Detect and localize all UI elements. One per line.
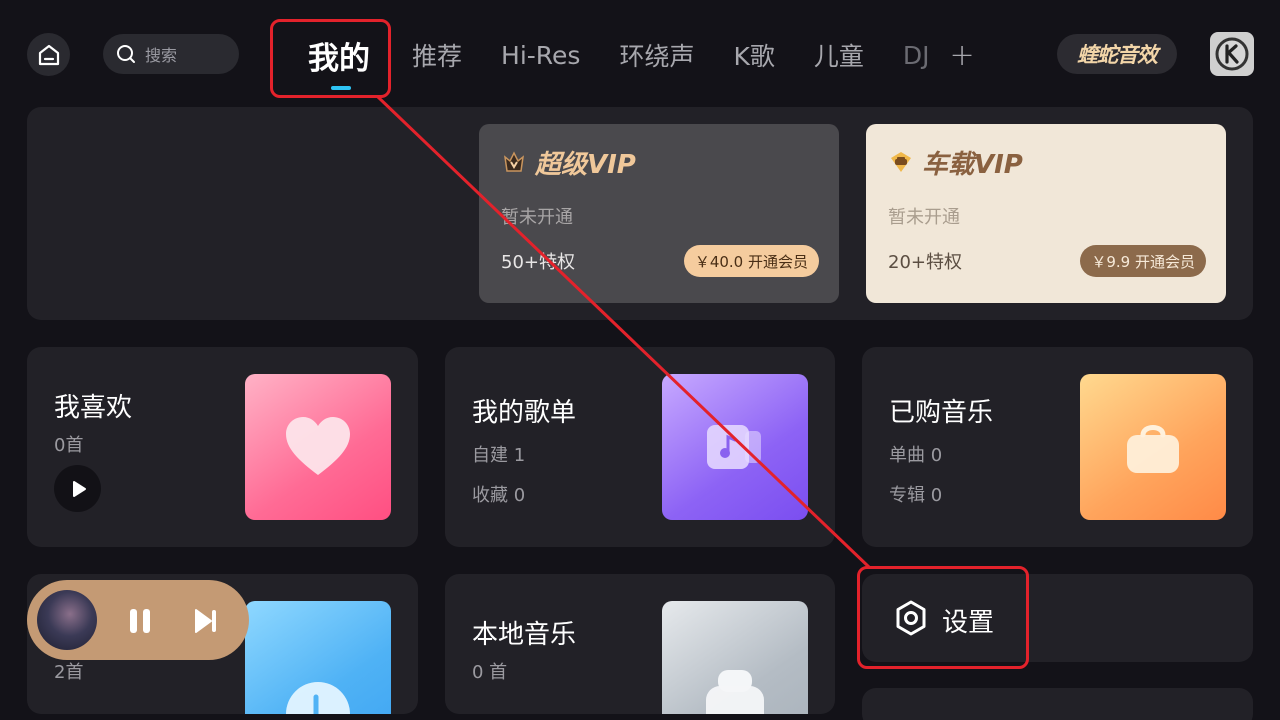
crown-icon — [503, 151, 525, 172]
category-tabs: 我的 推荐 Hi-Res 环绕声 K歌 儿童 DJ + — [300, 30, 975, 90]
home-icon — [38, 44, 59, 65]
super-vip-privileges: 50+特权 — [501, 252, 575, 273]
purchased-singles: 单曲 0 — [889, 445, 943, 466]
recent-count: 2首 — [54, 662, 84, 683]
mini-player[interactable] — [27, 580, 249, 660]
car-vip-open-button[interactable]: ￥9.9 开通会员 — [1080, 245, 1206, 277]
favorites-card[interactable]: 我喜欢 0首 — [27, 347, 418, 547]
tab-recommend[interactable]: 推荐 — [412, 37, 462, 73]
local-music-title: 本地音乐 — [472, 620, 577, 650]
purchased-title: 已购音乐 — [889, 398, 994, 428]
playlists-title: 我的歌单 — [472, 398, 577, 428]
recent-cover — [245, 601, 391, 714]
purchased-albums: 专辑 0 — [889, 485, 943, 506]
tab-surround[interactable]: 环绕声 — [619, 37, 694, 73]
car-vip-status: 暂未开通 — [888, 207, 960, 228]
album-art[interactable] — [37, 590, 97, 650]
favorites-cover — [245, 374, 391, 520]
tab-dj[interactable]: DJ — [903, 41, 930, 70]
super-vip-title: 超级VIP — [501, 146, 817, 180]
tab-kids[interactable]: 儿童 — [814, 37, 864, 73]
next-track-icon[interactable] — [193, 607, 219, 635]
car-vip-privileges: 20+特权 — [888, 252, 962, 273]
local-device-icon — [706, 670, 764, 714]
annotation-box-settings — [857, 566, 1029, 669]
car-vip-title: 车载VIP — [888, 146, 1204, 180]
local-music-card[interactable]: 本地音乐 0 首 — [445, 574, 835, 714]
local-music-count: 0 首 — [472, 662, 508, 683]
playlists-collected: 收藏 0 — [472, 485, 526, 506]
search-bar[interactable]: 搜索 — [103, 34, 239, 74]
favorites-title: 我喜欢 — [54, 393, 133, 423]
playlists-cover — [662, 374, 808, 520]
purchased-cover — [1080, 374, 1226, 520]
car-vip-card[interactable]: 车载VIP 暂未开通 20+特权 ￥9.9 开通会员 — [866, 124, 1226, 303]
k-logo-button[interactable] — [1210, 32, 1254, 76]
search-icon — [117, 45, 135, 63]
favorites-play-button[interactable] — [54, 465, 101, 512]
playlists-created: 自建 1 — [472, 445, 526, 466]
add-tab-button[interactable]: + — [950, 38, 975, 73]
super-vip-status: 暂未开通 — [501, 207, 573, 228]
more-card[interactable] — [862, 688, 1253, 720]
viper-sound-effects-button[interactable]: 蝰蛇音效 — [1057, 34, 1177, 74]
playlists-card[interactable]: 我的歌单 自建 1 收藏 0 — [445, 347, 835, 547]
vip-panel: 超级VIP 暂未开通 50+特权 ￥40.0 开通会员 车载VIP 暂未开通 2… — [27, 107, 1253, 320]
pause-icon[interactable] — [127, 607, 153, 635]
k-logo-icon — [1215, 37, 1249, 71]
tab-karaoke[interactable]: K歌 — [733, 37, 774, 73]
tab-hi-res[interactable]: Hi-Res — [501, 41, 580, 70]
heart-icon — [286, 417, 350, 475]
home-button[interactable] — [27, 33, 70, 76]
search-placeholder: 搜索 — [145, 46, 178, 65]
play-icon — [72, 480, 86, 497]
super-vip-card[interactable]: 超级VIP 暂未开通 50+特权 ￥40.0 开通会员 — [479, 124, 839, 303]
favorites-count: 0首 — [54, 435, 84, 456]
app-screen: 搜索 我的 推荐 Hi-Res 环绕声 K歌 儿童 DJ + 蝰蛇音效 超级VI… — [0, 0, 1280, 720]
shopping-bag-icon — [1127, 425, 1179, 473]
annotation-box-mine-tab — [270, 19, 391, 98]
purchased-card[interactable]: 已购音乐 单曲 0 专辑 0 — [862, 347, 1253, 547]
playlist-icon — [707, 425, 761, 469]
clock-icon — [286, 682, 350, 714]
super-vip-open-button[interactable]: ￥40.0 开通会员 — [683, 245, 819, 277]
local-music-cover — [662, 601, 808, 714]
car-icon — [891, 152, 911, 172]
